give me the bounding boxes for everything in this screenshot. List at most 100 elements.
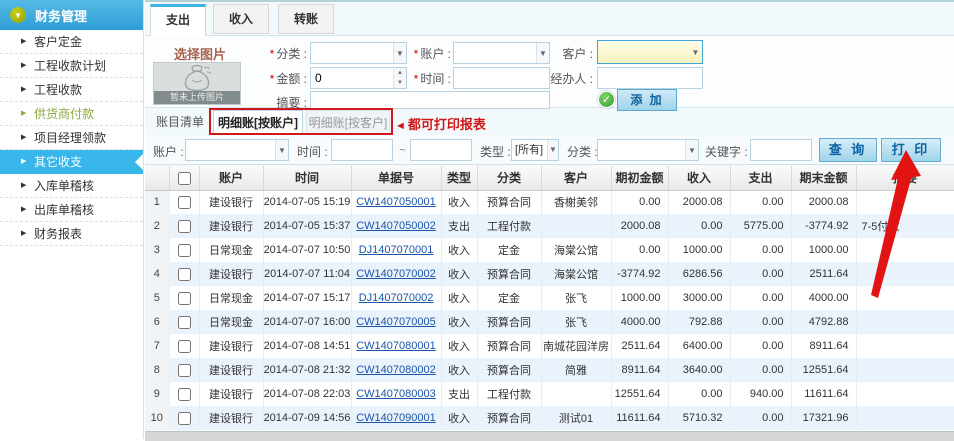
filter-time-from-input[interactable] (332, 140, 392, 160)
caret-right-icon: ▶ (21, 30, 26, 54)
sidebar-item-project-receipt-plan[interactable]: ▶工程收款计划 (0, 54, 143, 78)
table-row: 4建设银行2014-07-07 11:04CW1407070002收入预算合同海… (145, 262, 954, 286)
chevron-down-icon: ▼ (10, 7, 26, 23)
col-expense: 支出 (730, 166, 791, 190)
handler-label: 经办人 : (543, 70, 593, 87)
row-checkbox[interactable] (178, 388, 191, 401)
row-checkbox[interactable] (178, 220, 191, 233)
category-select[interactable]: ▼ (310, 42, 407, 64)
doc-link[interactable]: DJ1407070002 (359, 292, 434, 304)
category-label: *分类 : (249, 45, 307, 62)
sidebar: ▼ 财务管理 ▶客户定金 ▶工程收款计划 ▶工程收款 ▶供货商付款 ▶项目经理领… (0, 0, 144, 439)
account-label: *账户 : (407, 45, 451, 62)
horizontal-scrollbar[interactable] (145, 431, 954, 441)
spin-down-icon[interactable]: ▼ (394, 78, 406, 88)
filter-category-label: 分类 : (567, 143, 598, 160)
tab-detail-by-account[interactable]: 明细账[按账户] (213, 110, 303, 135)
filter-time-to-input[interactable] (411, 140, 471, 160)
row-checkbox[interactable] (178, 196, 191, 209)
time-input[interactable] (454, 68, 549, 88)
row-checkbox[interactable] (178, 244, 191, 257)
doc-link[interactable]: CW1407050001 (356, 196, 436, 208)
query-button[interactable]: 查 询 (819, 138, 877, 162)
sidebar-item-manager-withdraw[interactable]: ▶项目经理领款 (0, 126, 143, 150)
tab-detail-by-customer[interactable]: 明细账[按客户] (306, 110, 390, 135)
image-upload-box[interactable]: 暂未上传图片 (153, 62, 241, 105)
chevron-down-icon: ▼ (547, 140, 558, 160)
caret-right-icon: ▶ (21, 198, 26, 222)
table-row: 3日常现金2014-07-07 10:50DJ1407070001收入定金海棠公… (145, 238, 954, 262)
sidebar-item-inbound-audit[interactable]: ▶入库单稽核 (0, 174, 143, 198)
account-select[interactable]: ▼ (453, 42, 550, 64)
tab-transfer[interactable]: 转账 (278, 4, 334, 34)
col-summary: 摘要 (856, 166, 954, 190)
filter-account-select[interactable]: ▼ (185, 139, 289, 161)
col-type: 类型 (441, 166, 477, 190)
handler-input[interactable] (598, 68, 702, 88)
table-row: 1建设银行2014-07-05 15:19CW1407050001收入预算合同香… (145, 190, 954, 214)
table-row: 5日常现金2014-07-07 15:17DJ1407070002收入定金张飞1… (145, 286, 954, 310)
filter-time-to-field (410, 139, 472, 161)
filter-keyword-label: 关键字 : (705, 143, 748, 160)
filter-type-select[interactable]: [所有]▼ (511, 139, 559, 161)
col-rownum (145, 166, 169, 190)
col-closing: 期末金额 (791, 166, 856, 190)
sidebar-item-finance-report[interactable]: ▶财务报表 (0, 222, 143, 246)
amount-stepper: ▲▼ (310, 67, 407, 89)
check-circle-icon: ✓ (598, 91, 615, 108)
doc-link[interactable]: CW1407080002 (356, 364, 436, 376)
print-button[interactable]: 打 印 (881, 138, 941, 162)
doc-link[interactable]: CW1407070002 (356, 268, 436, 280)
doc-link[interactable]: CW1407090001 (356, 412, 436, 424)
caret-right-icon: ▶ (21, 174, 26, 198)
table-row: 10建设银行2014-07-09 14:56CW1407090001收入预算合同… (145, 406, 954, 430)
col-time: 时间 (263, 166, 351, 190)
doc-link[interactable]: CW1407080003 (356, 388, 436, 400)
doc-link[interactable]: CW1407080001 (356, 340, 436, 352)
sidebar-header[interactable]: ▼ 财务管理 (0, 0, 143, 30)
sidebar-item-outbound-audit[interactable]: ▶出库单稽核 (0, 198, 143, 222)
tab-expense[interactable]: 支出 (150, 4, 206, 36)
caret-right-icon: ▶ (21, 222, 26, 246)
filter-keyword-input[interactable] (751, 140, 811, 160)
row-checkbox[interactable] (178, 316, 191, 329)
table-row: 2建设银行2014-07-05 15:37CW1407050002支出工程付款2… (145, 214, 954, 238)
tab-account-list[interactable]: 账目清单 (152, 110, 208, 135)
money-bag-icon (177, 64, 217, 94)
spin-up-icon[interactable]: ▲ (394, 68, 406, 78)
table-row: 7建设银行2014-07-08 14:51CW1407080001收入预算合同南… (145, 334, 954, 358)
sidebar-item-supplier-payment[interactable]: ▶供货商付款 (0, 102, 143, 126)
customer-select[interactable]: ▼ (597, 40, 703, 64)
row-checkbox[interactable] (178, 364, 191, 377)
row-checkbox[interactable] (178, 412, 191, 425)
amount-input[interactable] (311, 68, 393, 88)
filter-time-from-field (331, 139, 393, 161)
doc-link[interactable]: CW1407050002 (356, 220, 436, 232)
chevron-down-icon: ▼ (689, 41, 702, 63)
caret-right-icon: ▶ (21, 54, 26, 78)
filter-category-select[interactable]: ▼ (597, 139, 699, 161)
annotation-text: ◄都可打印报表 (395, 114, 486, 133)
row-checkbox[interactable] (178, 340, 191, 353)
time-field (453, 67, 550, 89)
row-checkbox[interactable] (178, 292, 191, 305)
table-row: 6日常现金2014-07-07 16:00CW1407070005收入预算合同张… (145, 310, 954, 334)
filter-keyword-field (750, 139, 812, 161)
caret-right-icon: ▶ (21, 78, 26, 102)
sidebar-item-project-receipt[interactable]: ▶工程收款 (0, 78, 143, 102)
summary-input[interactable] (311, 92, 549, 108)
chevron-down-icon: ▼ (685, 140, 698, 160)
row-checkbox[interactable] (178, 268, 191, 281)
tab-income[interactable]: 收入 (213, 4, 269, 34)
select-all-checkbox[interactable] (178, 172, 191, 185)
doc-link[interactable]: CW1407070005 (356, 316, 436, 328)
sidebar-item-other-income-expense[interactable]: ▶其它收支 (0, 150, 143, 174)
doc-link[interactable]: DJ1407070001 (359, 244, 434, 256)
tilde-separator: ~ (399, 143, 406, 157)
handler-field (597, 67, 703, 89)
summary-field (310, 91, 550, 109)
col-category: 分类 (477, 166, 541, 190)
sidebar-item-customer-deposit[interactable]: ▶客户定金 (0, 30, 143, 54)
col-account: 账户 (199, 166, 263, 190)
caret-right-icon: ▶ (21, 150, 26, 174)
